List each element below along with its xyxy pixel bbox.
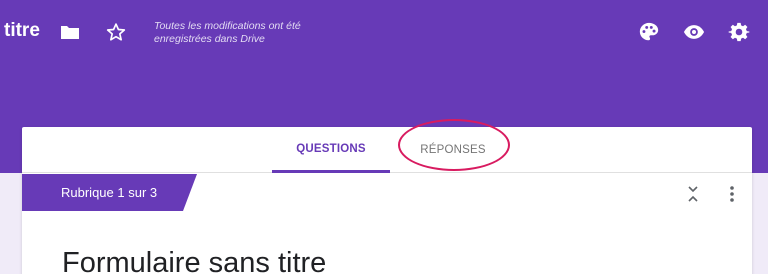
folder-icon[interactable] <box>57 19 83 45</box>
form-title[interactable]: Formulaire sans titre <box>62 247 326 274</box>
eye-icon[interactable] <box>681 19 707 45</box>
save-status: Toutes les modifications ont été enregis… <box>154 20 301 45</box>
tab-questions[interactable]: QUESTIONS <box>272 127 390 173</box>
palette-icon[interactable] <box>636 19 662 45</box>
highlight-circle <box>398 119 510 171</box>
star-icon[interactable] <box>103 19 129 45</box>
gear-icon[interactable] <box>726 19 752 45</box>
form-card: QUESTIONS RÉPONSES Rubrique 1 sur 3 Form… <box>22 119 752 274</box>
collapse-icon[interactable] <box>683 184 703 204</box>
more-options-icon[interactable] <box>722 184 742 204</box>
tab-bar: QUESTIONS RÉPONSES <box>22 119 752 173</box>
form-name[interactable]: titre <box>4 20 40 42</box>
section-label: Rubrique 1 sur 3 <box>22 174 197 211</box>
